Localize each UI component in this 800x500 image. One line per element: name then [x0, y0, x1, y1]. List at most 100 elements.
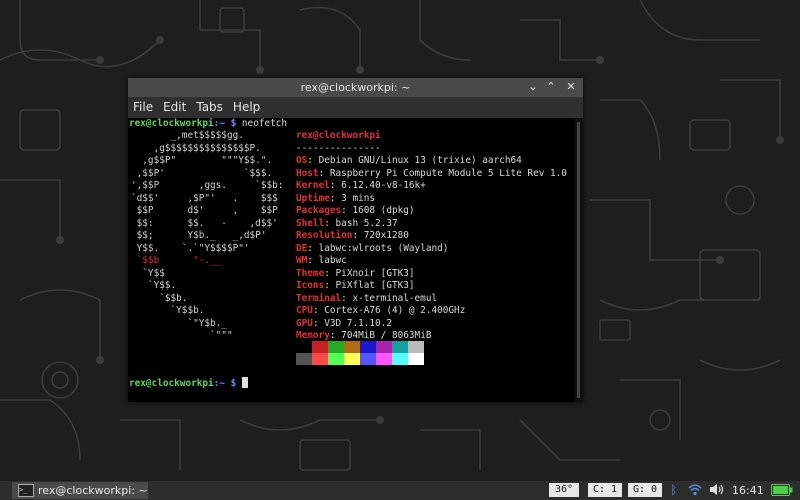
- logo-line: ,g$$$$$$$$$$$$$$$P.: [131, 143, 261, 154]
- info-value: Cortex-A76 (4) @ 2.400GHz: [324, 305, 466, 316]
- system-info-row: Uptime: 3 mins: [296, 193, 376, 204]
- close-button[interactable]: ✕: [564, 80, 578, 94]
- active-prompt-line: rex@clockworkpi:~ $: [129, 377, 248, 391]
- logo-line: `Y$$b.: [131, 305, 205, 316]
- color-swatch: [408, 353, 424, 365]
- system-info-row: Shell: bash 5.2.37: [296, 218, 398, 229]
- cpu-value: 1: [611, 484, 618, 495]
- info-key: CPU: [296, 305, 313, 316]
- window-titlebar[interactable]: rex@clockworkpi: ~ ⌄ ⌃ ✕: [128, 78, 583, 97]
- info-value: 6.12.40-v8-16k+: [341, 180, 426, 191]
- color-swatch: [344, 353, 360, 365]
- prompt-path: :~ $: [213, 378, 242, 389]
- system-info-row: Resolution: 720x1280: [296, 230, 409, 241]
- menu-edit[interactable]: Edit: [158, 97, 191, 118]
- info-value: bash 5.2.37: [335, 218, 398, 229]
- gpu-monitor-widget[interactable]: G: 0: [628, 483, 662, 497]
- gpu-label: G:: [632, 484, 645, 495]
- color-swatch: [360, 353, 376, 365]
- logo-line: _,met$$$$$gg.: [131, 130, 244, 141]
- color-swatch: [376, 341, 392, 353]
- battery-icon[interactable]: [771, 484, 793, 499]
- color-swatch: [328, 341, 344, 353]
- cpu-monitor-widget[interactable]: C: 1: [588, 483, 622, 497]
- info-value: Raspberry Pi Compute Module 5 Lite Rev 1…: [329, 168, 567, 179]
- terminal-icon: >_: [18, 484, 34, 497]
- system-info-row: CPU: Cortex-A76 (4) @ 2.400GHz: [296, 305, 466, 316]
- info-key: Uptime: [296, 193, 330, 204]
- system-info-row: WM: labwc: [296, 255, 347, 266]
- logo-line: `d$$' ,$P"' . $$$: [131, 193, 278, 204]
- info-key: Shell: [296, 218, 325, 229]
- system-info-row: Terminal: x-terminal-emul: [296, 293, 438, 304]
- color-swatch: [328, 353, 344, 365]
- info-key: Host: [296, 168, 319, 179]
- color-swatch: [344, 341, 360, 353]
- maximize-button[interactable]: ⌃: [544, 80, 558, 94]
- system-info-row: OS: Debian GNU/Linux 13 (trixie) aarch64: [296, 155, 522, 166]
- terminal-scrollbar[interactable]: [575, 118, 583, 402]
- gpu-value: 0: [651, 484, 658, 495]
- color-swatch: [312, 341, 328, 353]
- window-title: rex@clockworkpi: ~: [300, 81, 411, 94]
- prompt-user: rex@clockworkpi: [129, 378, 214, 389]
- prompt-path: :~ $: [213, 118, 242, 129]
- logo-line: `$$b "-.__: [131, 255, 222, 266]
- clock[interactable]: 16:41: [732, 481, 764, 500]
- system-info-row: Icons: PiXflat [GTK3]: [296, 280, 415, 291]
- color-swatch: [296, 341, 312, 353]
- logo-line: Y$$. `.`"Y$$$$P"': [131, 243, 250, 254]
- logo-line: ',$$P ,ggs. `$$b:: [131, 180, 284, 191]
- taskbar-terminal-button[interactable]: >_ rex@clockworkpi: ~: [12, 482, 148, 499]
- logo-line: $$; Y$b._ _,d$P': [131, 230, 267, 241]
- temperature-widget[interactable]: 36°: [549, 483, 579, 497]
- color-palette-bottom: [296, 353, 424, 368]
- info-value: 704MiB / 8063MiB: [341, 330, 432, 341]
- scrollbar-thumb[interactable]: [577, 122, 580, 398]
- info-key: Packages: [296, 205, 342, 216]
- volume-icon[interactable]: [709, 483, 725, 498]
- menu-tabs[interactable]: Tabs: [191, 97, 228, 118]
- color-swatch: [296, 353, 312, 365]
- terminal-output[interactable]: rex@clockworkpi:~ $ neofetch _,met$$$$$g…: [128, 118, 575, 402]
- info-value: x-terminal-emul: [352, 293, 438, 304]
- info-value: V3D 7.1.10.2: [324, 318, 392, 329]
- color-swatch: [376, 353, 392, 365]
- info-key: Icons: [296, 280, 325, 291]
- taskbar-task-label: rex@clockworkpi: ~: [38, 484, 148, 497]
- prompt-user: rex@clockworkpi: [129, 118, 214, 129]
- info-value: PiXnoir [GTK3]: [335, 268, 415, 279]
- info-header-user: rex@clockworkpi: [296, 130, 381, 141]
- wifi-icon[interactable]: [688, 483, 702, 498]
- logo-line: ,g$$P" """Y$$.".: [131, 155, 273, 166]
- info-value: Debian GNU/Linux 13 (trixie) aarch64: [318, 155, 522, 166]
- logo-line: $$: $$. - ,d$$': [131, 218, 278, 229]
- info-key: OS: [296, 155, 308, 166]
- cpu-label: C:: [592, 484, 605, 495]
- menu-file[interactable]: File: [128, 97, 158, 118]
- terminal-window[interactable]: rex@clockworkpi: ~ ⌄ ⌃ ✕ File Edit Tabs Hel…: [128, 78, 583, 402]
- logo-line: `Y$$.: [131, 280, 177, 291]
- system-info-row: GPU: V3D 7.1.10.2: [296, 318, 392, 329]
- info-key: Memory: [296, 330, 330, 341]
- logo-line: ,$$P' `$$$.: [131, 168, 273, 179]
- menu-help[interactable]: Help: [228, 97, 265, 118]
- bluetooth-icon[interactable]: ᛒ: [670, 483, 677, 498]
- logo-line: `$$b.: [131, 293, 188, 304]
- info-key: Theme: [296, 268, 325, 279]
- info-key: Resolution: [296, 230, 353, 241]
- color-swatch: [312, 353, 328, 365]
- menu-bar: File Edit Tabs Help: [128, 97, 583, 118]
- system-info-row: DE: labwc:wlroots (Wayland): [296, 243, 449, 254]
- logo-line: `"Y$b._: [131, 318, 227, 329]
- logo-line: `Y$$: [131, 268, 165, 279]
- info-value: 3 mins: [341, 193, 376, 204]
- command-text: neofetch: [241, 118, 288, 129]
- info-key: Kernel: [296, 180, 330, 191]
- minimize-button[interactable]: ⌄: [526, 80, 540, 94]
- system-info-row: Host: Raspberry Pi Compute Module 5 Lite…: [296, 168, 567, 179]
- command-line: rex@clockworkpi:~ $ neofetch: [129, 118, 287, 131]
- logo-line: `""": [131, 330, 233, 341]
- logo-line: $$P d$' , $$P: [131, 205, 278, 216]
- text-cursor: [241, 377, 248, 388]
